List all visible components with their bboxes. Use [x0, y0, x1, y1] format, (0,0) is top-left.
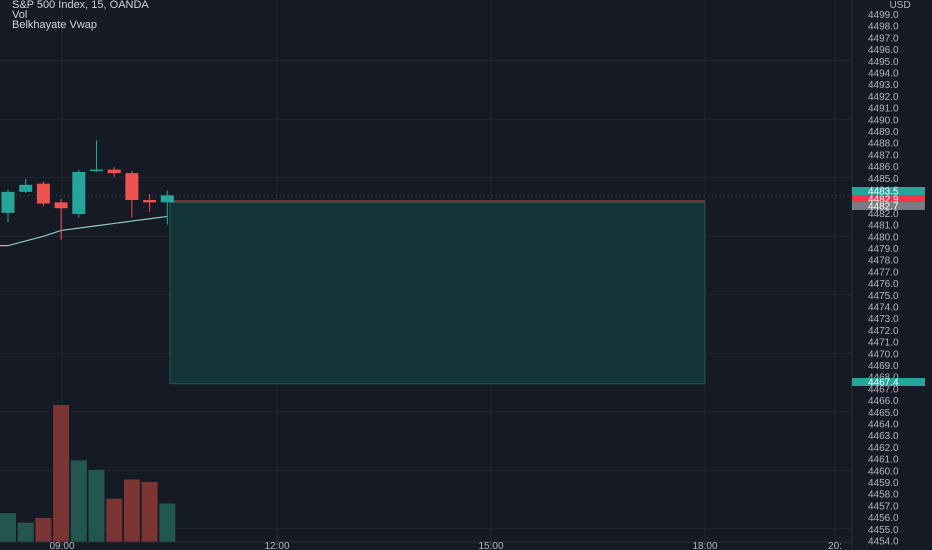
volume-bar [123, 479, 140, 542]
y-tick-label: 4462.0 [868, 443, 899, 454]
y-tick-label: 4454.0 [868, 537, 899, 548]
y-tick-label: 4456.0 [868, 513, 899, 524]
y-tick-label: 4497.0 [868, 33, 899, 44]
y-tick-label: 4474.0 [868, 303, 899, 314]
volume-bar [88, 469, 105, 542]
y-tick-label: 4493.0 [868, 80, 899, 91]
y-tick-label: 4463.0 [868, 431, 899, 442]
x-tick-label: 15:00 [478, 541, 503, 550]
y-tick-label: 4491.0 [868, 104, 899, 115]
y-tick-label: 4480.0 [868, 232, 899, 243]
y-tick-label: 4458.0 [868, 490, 899, 501]
candle-body [54, 202, 68, 209]
y-tick-label: 4476.0 [868, 279, 899, 290]
candle-body [1, 191, 15, 213]
x-tick-label: 12:00 [264, 541, 289, 550]
y-tick-label: 4470.0 [868, 349, 899, 360]
candle-body [143, 200, 157, 203]
y-tick-label: 4481.0 [868, 221, 899, 232]
price-label-text: 4482.7 [868, 202, 899, 213]
chart-legend: S&P 500 Index, 15, OANDA Vol Belkhayate … [12, 0, 149, 31]
y-tick-label: 4461.0 [868, 455, 899, 466]
volume-bar [141, 481, 158, 542]
x-tick-label: 20: [828, 541, 842, 550]
y-tick-label: 4471.0 [868, 338, 899, 349]
x-tick-label: 18:00 [692, 541, 717, 550]
y-tick-label: 4475.0 [868, 291, 899, 302]
y-tick-label: 4457.0 [868, 501, 899, 512]
y-tick-label: 4499.0 [868, 10, 899, 21]
y-tick-label: 4487.0 [868, 150, 899, 161]
y-tick-label: 4455.0 [868, 525, 899, 536]
volume-bar [53, 405, 70, 542]
x-tick-label: 09:00 [49, 541, 74, 550]
y-tick-label: 4494.0 [868, 69, 899, 80]
y-tick-label: 4478.0 [868, 256, 899, 267]
chart-canvas[interactable]: USD4499.04498.04497.04496.04495.04494.04… [0, 0, 932, 550]
target-zone [169, 201, 706, 385]
candle-body [107, 169, 121, 174]
y-tick-label: 4460.0 [868, 466, 899, 477]
y-tick-label: 4498.0 [868, 22, 899, 33]
y-tick-label: 4473.0 [868, 314, 899, 325]
candle-body [19, 184, 33, 192]
stop-zone [170, 200, 705, 203]
candle-body [36, 183, 50, 204]
y-tick-label: 4479.0 [868, 244, 899, 255]
y-tick-label: 4465.0 [868, 408, 899, 419]
volume-bar [159, 503, 176, 542]
y-tick-label: 4464.0 [868, 420, 899, 431]
volume-bar [70, 460, 87, 542]
volume-bar [0, 513, 16, 542]
y-tick-label: 4466.0 [868, 396, 899, 407]
y-tick-label: 4490.0 [868, 115, 899, 126]
volume-bar [106, 498, 123, 542]
volume-bar [17, 522, 34, 542]
legend-symbol: S&P 500 Index, 15, OANDA [12, 0, 149, 11]
y-tick-label: 4489.0 [868, 127, 899, 138]
price-label-text: 4467.4 [868, 378, 899, 389]
y-tick-label: 4488.0 [868, 139, 899, 150]
y-tick-label: 4486.0 [868, 162, 899, 173]
y-tick-label: 4472.0 [868, 326, 899, 337]
candle-body [125, 173, 139, 201]
candle-body [90, 169, 103, 172]
y-tick-label: 4492.0 [868, 92, 899, 103]
y-tick-label: 4469.0 [868, 361, 899, 372]
y-tick-label: 4496.0 [868, 45, 899, 56]
legend-indicator: Belkhayate Vwap [12, 19, 97, 31]
y-tick-label: 4485.0 [868, 174, 899, 185]
volume-bar [35, 517, 52, 542]
y-tick-label: 4477.0 [868, 267, 899, 278]
candle-body [160, 195, 174, 203]
candle-body [72, 171, 86, 215]
y-tick-label: 4459.0 [868, 478, 899, 489]
y-tick-label: 4495.0 [868, 57, 899, 68]
